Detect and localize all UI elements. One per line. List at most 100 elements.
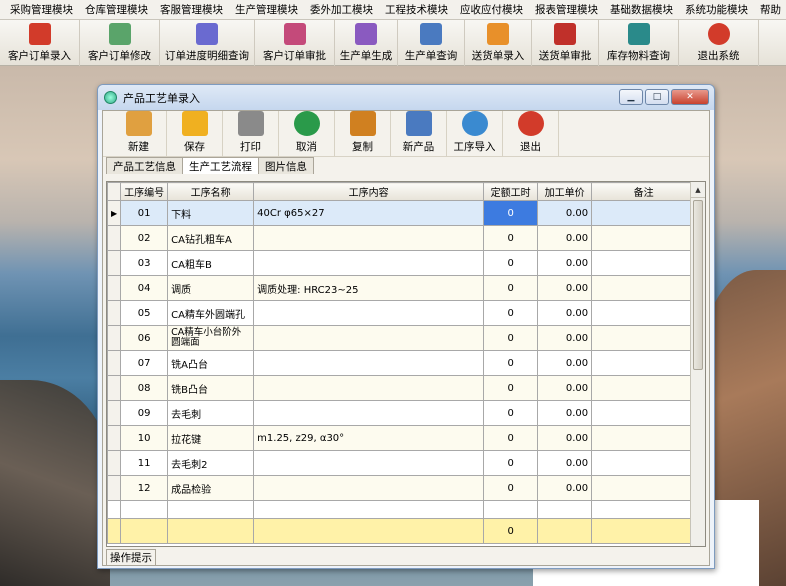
production-order-query-button[interactable]: 生产单查询: [398, 20, 465, 66]
scroll-up-button[interactable]: ▲: [691, 182, 705, 198]
new-product-button[interactable]: 新产品: [391, 111, 447, 157]
col-header-price[interactable]: 加工单价: [537, 182, 593, 201]
cell-hours[interactable]: 0: [483, 250, 539, 276]
cell-name[interactable]: [167, 500, 255, 519]
close-button[interactable]: ✕: [671, 89, 709, 105]
cell-no[interactable]: 04: [120, 275, 169, 301]
cell-price[interactable]: 0.00: [537, 200, 593, 226]
cell-note[interactable]: [591, 500, 697, 519]
cell-content[interactable]: [253, 350, 485, 376]
copy-button[interactable]: 复制: [335, 111, 391, 157]
cell-content[interactable]: [253, 225, 485, 251]
minimize-button[interactable]: ▁: [619, 89, 643, 105]
menu-customer-service[interactable]: 客服管理模块: [154, 2, 229, 17]
table-row[interactable]: 04 调质 调质处理: HRC23~25 0 0.00: [107, 275, 697, 301]
cell-price[interactable]: 0.00: [537, 325, 593, 351]
cell-hours[interactable]: 0: [483, 325, 539, 351]
cell-content[interactable]: [253, 375, 485, 401]
cell-no[interactable]: 08: [120, 375, 169, 401]
customer-order-edit-button[interactable]: 客户订单修改: [80, 20, 160, 66]
cell-note[interactable]: [591, 300, 697, 326]
cell-no[interactable]: 11: [120, 450, 169, 476]
table-row[interactable]: 11 去毛刺2 0 0.00: [107, 450, 697, 476]
cell-price[interactable]: 0.00: [537, 475, 593, 501]
col-header-note[interactable]: 备注: [591, 182, 697, 201]
cell-no[interactable]: 09: [120, 400, 169, 426]
cell-note[interactable]: [591, 400, 697, 426]
cell-note[interactable]: [591, 250, 697, 276]
cell-name[interactable]: 去毛刺2: [167, 450, 255, 476]
table-row[interactable]: 07 铣A凸台 0 0.00: [107, 350, 697, 376]
cell-price[interactable]: 0.00: [537, 375, 593, 401]
menu-production[interactable]: 生产管理模块: [229, 2, 304, 17]
cell-hours[interactable]: 0: [483, 200, 539, 226]
cell-name[interactable]: CA精车外圆端孔: [167, 300, 255, 326]
table-row[interactable]: 09 去毛刺 0 0.00: [107, 400, 697, 426]
cell-content[interactable]: m1.25, z29, α30°: [253, 425, 485, 451]
cell-name[interactable]: CA粗车B: [167, 250, 255, 276]
cell-name[interactable]: 下料: [167, 200, 255, 226]
cell-note[interactable]: [591, 200, 697, 226]
maximize-button[interactable]: □: [645, 89, 669, 105]
cell-price[interactable]: 0.00: [537, 225, 593, 251]
cell-no[interactable]: 03: [120, 250, 169, 276]
vertical-scrollbar[interactable]: ▲: [690, 182, 705, 546]
cell-content[interactable]: 40Cr φ65×27: [253, 200, 485, 226]
menu-base-data[interactable]: 基础数据模块: [604, 2, 679, 17]
cell-hours[interactable]: 0: [483, 400, 539, 426]
cell-no[interactable]: 07: [120, 350, 169, 376]
cell-name[interactable]: CA钻孔粗车A: [167, 225, 255, 251]
cell-price[interactable]: 0.00: [537, 425, 593, 451]
cell-hours[interactable]: 0: [483, 350, 539, 376]
cell-note[interactable]: [591, 325, 697, 351]
cell-no[interactable]: 05: [120, 300, 169, 326]
customer-order-entry-button[interactable]: 客户订单录入: [0, 20, 80, 66]
menu-outsourcing[interactable]: 委外加工模块: [304, 2, 379, 17]
scroll-thumb[interactable]: [693, 200, 703, 370]
exit-button[interactable]: 退出: [503, 111, 559, 157]
cell-content[interactable]: [253, 450, 485, 476]
cell-price[interactable]: 0.00: [537, 250, 593, 276]
production-order-generate-button[interactable]: 生产单生成: [335, 20, 398, 66]
window-titlebar[interactable]: 产品工艺单录入 ▁ □ ✕: [98, 85, 714, 110]
cell-no[interactable]: 01: [120, 200, 169, 226]
menu-receivables[interactable]: 应收应付模块: [454, 2, 529, 17]
table-row[interactable]: 06 CA精车小台阶外圆端面 0 0.00: [107, 325, 697, 351]
cell-content[interactable]: [253, 325, 485, 351]
cell-note[interactable]: [591, 450, 697, 476]
cell-hours[interactable]: 0: [483, 425, 539, 451]
save-button[interactable]: 保存: [167, 111, 223, 157]
cell-price[interactable]: 0.00: [537, 350, 593, 376]
cell-name[interactable]: 去毛刺: [167, 400, 255, 426]
table-row[interactable]: 08 铣B凸台 0 0.00: [107, 375, 697, 401]
cell-note[interactable]: [591, 375, 697, 401]
exit-system-button[interactable]: 退出系统: [679, 20, 759, 66]
cell-name[interactable]: 成品检验: [167, 475, 255, 501]
menu-engineering[interactable]: 工程技术模块: [379, 2, 454, 17]
cell-note[interactable]: [591, 475, 697, 501]
cell-content[interactable]: [253, 475, 485, 501]
cell-content[interactable]: [253, 500, 485, 519]
cell-hours[interactable]: 0: [483, 475, 539, 501]
col-header-name[interactable]: 工序名称: [167, 182, 255, 201]
cell-note[interactable]: [591, 425, 697, 451]
cell-no[interactable]: 06: [120, 325, 169, 351]
cell-name[interactable]: 调质: [167, 275, 255, 301]
cell-hours[interactable]: 0: [483, 275, 539, 301]
inventory-query-button[interactable]: 库存物料查询: [599, 20, 679, 66]
cell-no[interactable]: 02: [120, 225, 169, 251]
cell-name[interactable]: CA精车小台阶外圆端面: [167, 325, 255, 351]
cell-no[interactable]: [120, 500, 169, 519]
table-row[interactable]: 05 CA精车外圆端孔 0 0.00: [107, 300, 697, 326]
cell-content[interactable]: [253, 300, 485, 326]
cell-note[interactable]: [591, 225, 697, 251]
cell-no[interactable]: 12: [120, 475, 169, 501]
cell-price[interactable]: 0.00: [537, 400, 593, 426]
table-row[interactable]: 03 CA粗车B 0 0.00: [107, 250, 697, 276]
cell-hours[interactable]: 0: [483, 225, 539, 251]
cell-content[interactable]: [253, 400, 485, 426]
cell-hours[interactable]: [483, 500, 539, 519]
table-row[interactable]: ▶ 01 下料 40Cr φ65×27 0 0.00: [107, 200, 697, 226]
tab-image-info[interactable]: 图片信息: [258, 157, 314, 174]
col-header-content[interactable]: 工序内容: [253, 182, 485, 201]
